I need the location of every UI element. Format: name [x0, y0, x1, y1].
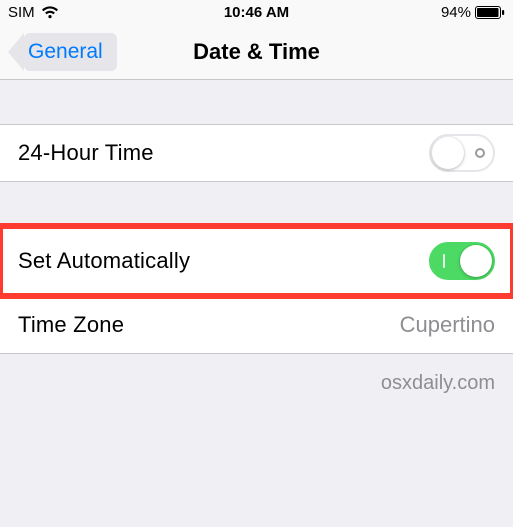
row-label-time-zone: Time Zone — [18, 312, 124, 338]
toggle-off-indicator-icon — [475, 148, 485, 158]
wifi-icon — [41, 6, 59, 19]
status-right: 94% — [441, 4, 505, 21]
section-gap — [0, 182, 513, 226]
status-time: 10:46 AM — [224, 4, 289, 21]
toggle-on-indicator-icon — [443, 254, 445, 268]
carrier-label: SIM — [8, 4, 35, 21]
battery-icon — [475, 6, 505, 19]
toggle-set-automatically[interactable] — [429, 242, 495, 280]
back-chevron-icon — [8, 33, 24, 71]
watermark-label: osxdaily.com — [0, 354, 513, 395]
row-time-zone[interactable]: Time Zone Cupertino — [0, 296, 513, 354]
toggle-knob — [460, 245, 492, 277]
toggle-24-hour-time[interactable] — [429, 134, 495, 172]
nav-bar: General Date & Time — [0, 24, 513, 80]
row-label-24-hour: 24-Hour Time — [18, 140, 154, 166]
toggle-knob — [432, 137, 464, 169]
status-left: SIM — [8, 4, 59, 21]
row-set-automatically[interactable]: Set Automatically — [0, 226, 513, 296]
row-24-hour-time[interactable]: 24-Hour Time — [0, 124, 513, 182]
row-label-set-auto: Set Automatically — [18, 248, 190, 274]
back-button[interactable]: General — [24, 33, 117, 71]
settings-group: Set Automatically Time Zone Cupertino — [0, 226, 513, 354]
back-button-label: General — [24, 40, 103, 64]
page-title: Date & Time — [193, 39, 320, 65]
section-gap — [0, 80, 513, 124]
battery-percent-label: 94% — [441, 4, 471, 21]
status-bar: SIM 10:46 AM 94% — [0, 0, 513, 24]
row-value-time-zone: Cupertino — [400, 312, 495, 338]
